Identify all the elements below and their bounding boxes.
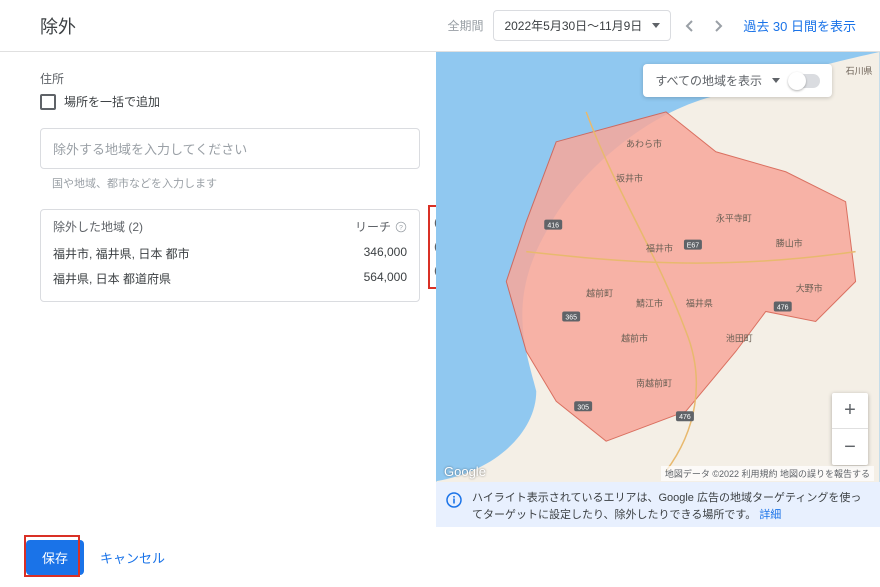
region-label: 福井県 <box>686 297 713 308</box>
reach-label: リーチ <box>355 218 391 235</box>
section-label-address: 住所 <box>40 70 436 87</box>
svg-text:あわら市: あわら市 <box>626 138 662 149</box>
svg-text:越前市: 越前市 <box>621 332 648 343</box>
header: 除外 全期間 2022年5月30日～11月9日 過去 30 日間を表示 <box>0 0 880 52</box>
chevron-down-icon <box>652 23 660 28</box>
svg-text:416: 416 <box>547 223 559 230</box>
zoom-out-button[interactable]: − <box>832 429 868 465</box>
page-title: 除外 <box>40 13 76 39</box>
svg-text:福井市: 福井市 <box>646 243 673 254</box>
cancel-button[interactable]: キャンセル <box>100 548 165 567</box>
zoom-in-button[interactable]: + <box>832 393 868 429</box>
svg-text:?: ? <box>399 224 403 231</box>
map-attribution: 地図データ ©2022 利用規約 地図の誤りを報告する <box>661 466 874 481</box>
info-detail-link[interactable]: 詳細 <box>759 509 781 521</box>
table-row: 福井県, 日本 都道府県 564,000 <box>53 266 407 291</box>
next-period-button[interactable] <box>707 14 731 38</box>
info-banner: ハイライト表示されているエリアは、Google 広告の地域ターゲティングを使って… <box>436 482 880 531</box>
svg-text:鯖江市: 鯖江市 <box>636 297 663 308</box>
location-name: 福井市, 福井県, 日本 都市 <box>53 245 190 262</box>
chevron-left-icon <box>685 20 693 32</box>
period-label: 全期間 <box>447 17 483 34</box>
map-layer-toggle[interactable] <box>790 74 820 88</box>
left-panel: 住所 場所を一括で追加 除外する地域を入力してください 国や地域、都市などを入力… <box>0 52 436 531</box>
location-name: 福井県, 日本 都道府県 <box>53 270 171 287</box>
map[interactable]: 福井県 石川県 あわら市 坂井市 永平寺町 勝山市 福井市 越前町 鯖江市 大野… <box>436 52 880 531</box>
zoom-control: + − <box>832 393 868 465</box>
chevron-right-icon <box>715 20 723 32</box>
map-svg: 福井県 石川県 あわら市 坂井市 永平寺町 勝山市 福井市 越前町 鯖江市 大野… <box>436 52 880 531</box>
svg-text:南越前町: 南越前町 <box>636 377 672 388</box>
svg-text:勝山市: 勝山市 <box>776 238 803 249</box>
svg-text:305: 305 <box>577 404 589 411</box>
svg-text:E67: E67 <box>687 243 700 250</box>
save-button[interactable]: 保存 <box>26 540 84 575</box>
date-range-text: 2022年5月30日～11月9日 <box>504 17 642 34</box>
chevron-down-icon <box>772 78 780 83</box>
svg-text:永平寺町: 永平寺町 <box>716 213 752 224</box>
table-row: 福井市, 福井県, 日本 都市 346,000 <box>53 241 407 266</box>
info-icon <box>446 492 462 508</box>
excluded-locations-list: 除外した地域 (2) リーチ ? 福井市, 福井県, 日本 都市 346,000… <box>40 209 420 302</box>
prev-period-button[interactable] <box>677 14 701 38</box>
side-region-label: 石川県 <box>846 66 873 76</box>
location-reach: 564,000 <box>364 270 407 287</box>
search-placeholder: 除外する地域を入力してください <box>53 142 247 157</box>
location-reach: 346,000 <box>364 245 407 262</box>
show-last-days-link[interactable]: 過去 30 日間を表示 <box>743 16 856 35</box>
footer: 保存 キャンセル <box>0 527 880 587</box>
date-range-picker[interactable]: 2022年5月30日～11月9日 <box>493 10 671 41</box>
svg-text:大野市: 大野市 <box>796 283 823 294</box>
svg-text:坂井市: 坂井市 <box>616 173 643 184</box>
bulk-add-checkbox[interactable] <box>40 94 56 110</box>
svg-text:476: 476 <box>777 304 789 311</box>
map-layer-dropdown[interactable]: すべての地域を表示 <box>643 64 832 97</box>
svg-text:476: 476 <box>679 414 691 421</box>
bulk-add-label: 場所を一括で追加 <box>64 93 160 110</box>
excluded-header: 除外した地域 (2) <box>53 218 143 235</box>
help-icon[interactable]: ? <box>395 221 407 233</box>
exclude-location-input[interactable]: 除外する地域を入力してください <box>40 128 420 169</box>
svg-text:池田町: 池田町 <box>726 332 753 343</box>
map-layer-label: すべての地域を表示 <box>655 72 762 89</box>
map-panel: 福井県 石川県 あわら市 坂井市 永平寺町 勝山市 福井市 越前町 鯖江市 大野… <box>436 52 880 531</box>
svg-text:365: 365 <box>565 314 577 321</box>
google-logo: Google <box>444 464 486 479</box>
info-text: ハイライト表示されているエリアは、Google 広告の地域ターゲティングを使って… <box>472 492 861 521</box>
svg-text:越前町: 越前町 <box>586 287 613 298</box>
search-hint: 国や地域、都市などを入力します <box>52 175 436 191</box>
